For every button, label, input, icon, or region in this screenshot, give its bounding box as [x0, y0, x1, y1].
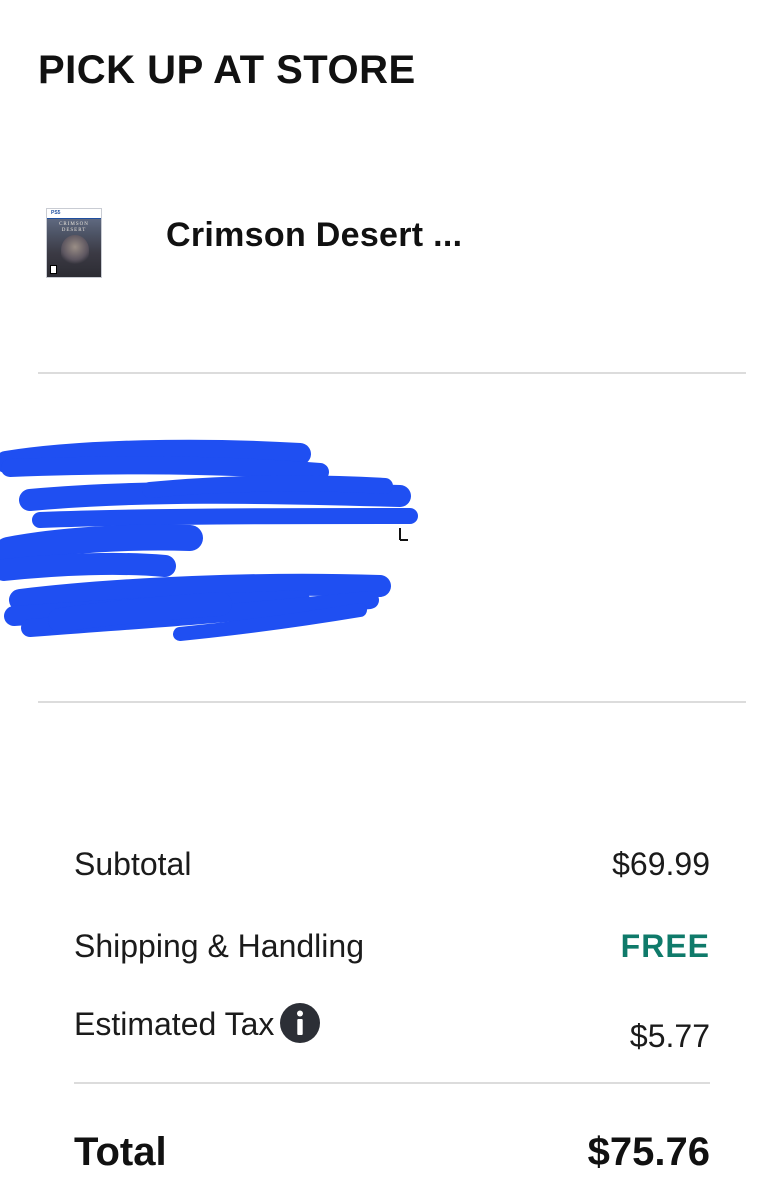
box-art-title: CRIMSON DESERT: [59, 222, 89, 233]
redacted-address: [0, 420, 460, 660]
tax-value: $5.77: [629, 1018, 710, 1054]
redaction-scribble: [0, 439, 418, 641]
product-name[interactable]: Crimson Desert ...: [166, 216, 462, 255]
platform-label: PS5: [51, 210, 61, 216]
product-thumbnail-icon[interactable]: PS5 CRIMSON DESERT: [46, 208, 102, 278]
box-art-figure: [61, 235, 89, 265]
divider: [38, 701, 746, 703]
shipping-label: Shipping & Handling: [74, 928, 364, 964]
platform-banner: PS5: [47, 209, 101, 219]
tax-row: Estimated Tax $5.77: [74, 1002, 710, 1056]
tax-label-group: Estimated Tax: [74, 1002, 321, 1047]
summary-divider: [74, 1082, 710, 1084]
subtotal-label: Subtotal: [74, 846, 192, 882]
section-title: PICK UP AT STORE: [38, 48, 416, 92]
total-row: Total $75.76: [74, 1130, 710, 1190]
rating-badge-icon: [50, 265, 57, 274]
product-row[interactable]: PS5 CRIMSON DESERT Crimson Desert ...: [46, 208, 746, 280]
shipping-row: Shipping & Handling FREE: [74, 928, 710, 978]
total-label: Total: [74, 1130, 167, 1174]
subtotal-value: $69.99: [612, 846, 710, 882]
divider: [38, 372, 746, 374]
shipping-value: FREE: [620, 928, 710, 964]
total-value: $75.76: [587, 1130, 710, 1174]
info-icon[interactable]: [280, 1002, 321, 1043]
tax-label: Estimated Tax: [74, 1006, 275, 1042]
subtotal-row: Subtotal $69.99: [74, 846, 710, 896]
